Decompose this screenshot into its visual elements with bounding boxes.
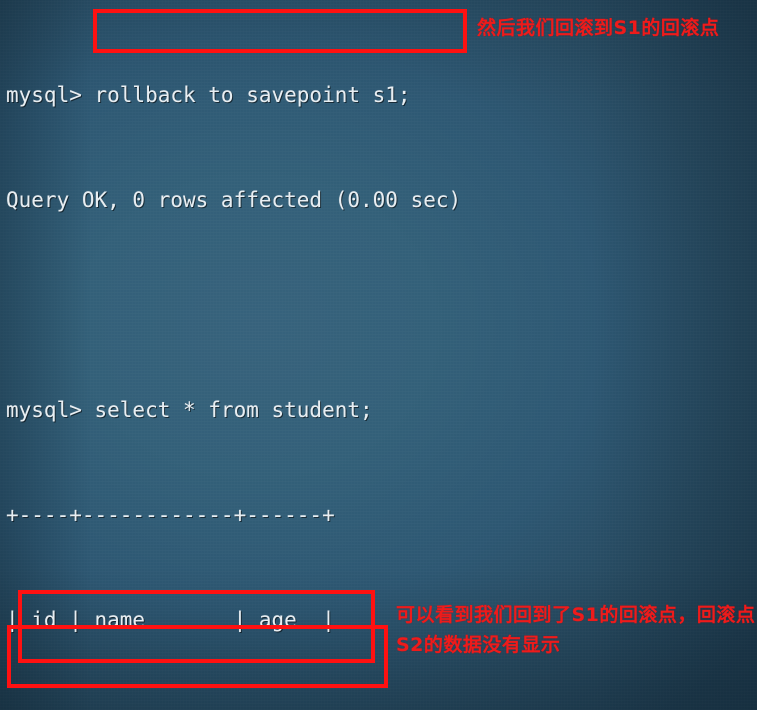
terminal-line: Query OK, 0 rows affected (0.00 sec) [6, 188, 462, 212]
terminal-line: mysql> select * from student; [6, 398, 373, 422]
annotation-result-note: 可以看到我们回到了S1的回滚点，回滚点S2的数据没有显示 [396, 604, 756, 656]
table-separator: +----+------------+------+ [6, 503, 335, 527]
terminal-line: mysql> rollback to savepoint s1; [6, 83, 411, 107]
annotation-rollback-note: 然后我们回滚到S1的回滚点 [477, 17, 720, 39]
